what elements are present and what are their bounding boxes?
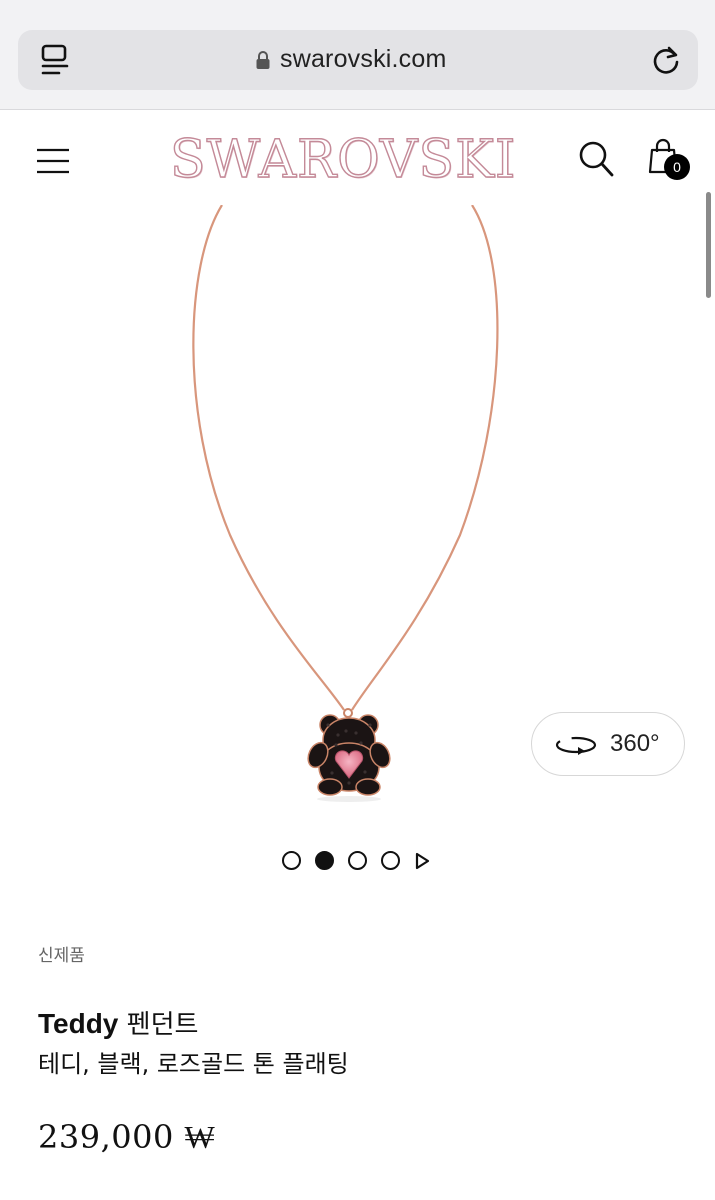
rotate-360-icon <box>555 736 597 755</box>
menu-icon[interactable] <box>36 148 70 174</box>
carousel-dot-1[interactable] <box>282 851 301 870</box>
carousel-dot-3[interactable] <box>348 851 367 870</box>
cart-count-badge[interactable]: 0 <box>664 154 690 180</box>
view-360-button[interactable]: 360° <box>531 712 685 776</box>
reload-icon[interactable] <box>650 44 682 76</box>
carousel-dot-2[interactable] <box>315 851 334 870</box>
product-image[interactable] <box>160 205 540 805</box>
play-icon[interactable] <box>414 852 430 870</box>
carousel-dot-4[interactable] <box>381 851 400 870</box>
tabs-icon[interactable] <box>40 44 70 76</box>
product-subtitle: 테디, 블랙, 로즈골드 톤 플래팅 <box>38 1050 349 1078</box>
product-type: 펜던트 <box>126 1010 199 1040</box>
product-price: 239,000 ₩ <box>38 1118 216 1156</box>
view-360-label: 360° <box>610 730 660 757</box>
new-product-badge: 신제품 <box>38 946 85 966</box>
scrollbar[interactable] <box>706 192 711 298</box>
address-bar[interactable]: swarovski.com <box>18 30 698 90</box>
search-icon[interactable] <box>578 140 614 178</box>
site-header: SWAROVSKI 0 <box>0 110 715 210</box>
product-name: Teddy <box>38 1008 119 1039</box>
browser-toolbar: swarovski.com <box>0 0 715 110</box>
url-text[interactable]: swarovski.com <box>280 45 447 74</box>
lock-icon <box>256 51 270 69</box>
product-title: Teddy 펜던트 <box>38 1004 198 1041</box>
brand-logo[interactable]: SWAROVSKI <box>169 129 516 190</box>
